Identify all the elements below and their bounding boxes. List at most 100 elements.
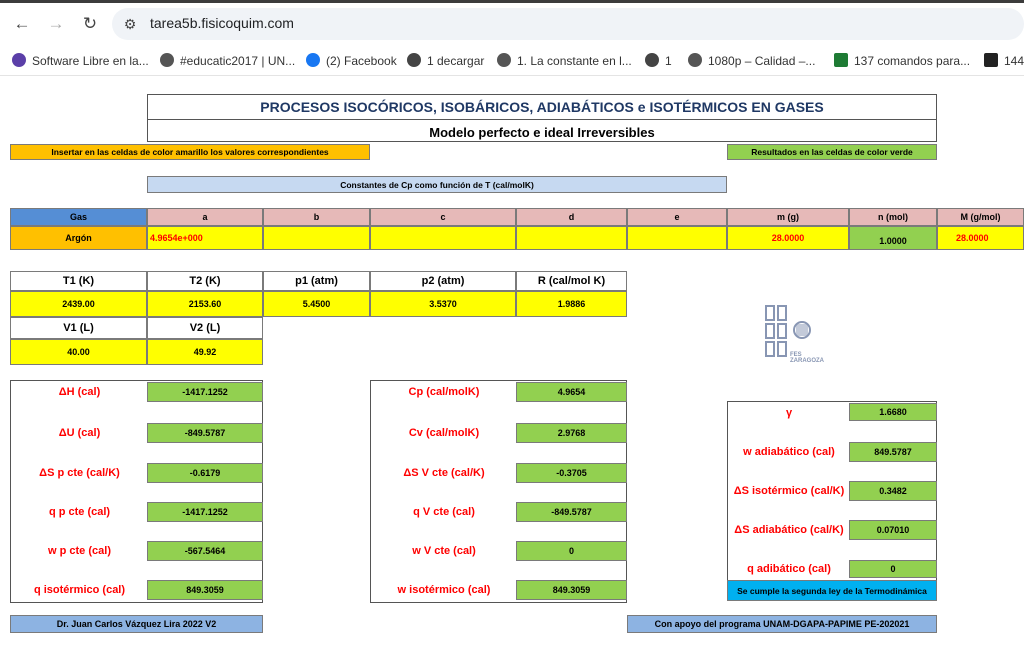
ds-v-label: ΔS V cte (cal/K) (403, 467, 485, 479)
ds-v-value: -0.3705 (516, 463, 627, 483)
bookmark-4[interactable]: 1 decargar (407, 52, 484, 70)
w-adiab-label: w adiabático (cal) (743, 446, 835, 458)
p2-cell[interactable]: 3.5370 (370, 291, 516, 317)
gamma-value: 1.6680 (849, 403, 937, 421)
v2-header: V2 (L) (147, 317, 263, 339)
gas-header: Gas (10, 208, 147, 226)
bookmark-5[interactable]: 1. La constante en l... (497, 52, 632, 70)
cv-value: 2.9768 (516, 423, 627, 443)
a-cell[interactable]: 4.9654e+000 (147, 226, 263, 250)
e-cell[interactable] (627, 226, 727, 250)
page-subtitle: Modelo perfecto e ideal Irreversibles (429, 124, 655, 140)
w-v-label: w V cte (cal) (412, 545, 476, 557)
q-v-value: -849.5787 (516, 502, 627, 522)
molar-mass-cell[interactable]: 28.0000 (937, 226, 1024, 250)
site-icon (984, 53, 998, 67)
bookmark-9[interactable]: 1440 (984, 52, 1024, 70)
mass-header: m (g) (727, 208, 849, 226)
second-law-note: Se cumple la segunda ley de la Termodiná… (727, 580, 937, 601)
globe-icon (688, 53, 702, 67)
page-title: PROCESOS ISOCÓRICOS, ISOBÁRICOS, ADIABÁT… (260, 99, 824, 115)
p2-header: p2 (atm) (370, 271, 516, 291)
w-p-value: -567.5464 (147, 541, 263, 561)
site-icon (645, 53, 659, 67)
bookmark-7[interactable]: 1080p – Calidad –... (688, 52, 815, 70)
insert-note: Insertar en las celdas de color amarillo… (10, 144, 370, 160)
ds-adiab-value: 0.07010 (849, 520, 937, 540)
dh-label: ΔH (cal) (58, 386, 101, 398)
d-header: d (516, 208, 627, 226)
cp-header: Constantes de Cp como función de T (cal/… (147, 176, 727, 193)
back-arrow-icon[interactable]: ← (10, 12, 34, 36)
ds-p-value: -0.6179 (147, 463, 263, 483)
mass-cell[interactable]: 28.0000 (727, 226, 849, 250)
q-p-label: q p cte (cal) (48, 506, 111, 518)
e-header: e (627, 208, 727, 226)
left-results-panel (10, 380, 263, 603)
q-iso-value: 849.3059 (147, 580, 263, 600)
w-adiab-value: 849.5787 (849, 442, 937, 462)
w-iso-label: w isotérmico (cal) (397, 584, 491, 596)
window-top-bar (0, 0, 1024, 3)
terminal-icon (834, 53, 848, 67)
ds-p-label: ΔS p cte (cal/K) (39, 467, 120, 479)
divider (147, 119, 937, 120)
globe-icon (160, 53, 174, 67)
p1-cell[interactable]: 5.4500 (263, 291, 370, 317)
t1-header: T1 (K) (10, 271, 147, 291)
v1-header: V1 (L) (10, 317, 147, 339)
results-note: Resultados en las celdas de color verde (727, 144, 937, 160)
ds-iso-label: ΔS isotérmico (cal/K) (733, 485, 845, 497)
middle-results-panel (370, 380, 627, 603)
ds-iso-value: 0.3482 (849, 481, 937, 501)
c-header: c (370, 208, 516, 226)
support-footer: Con apoyo del programa UNAM-DGAPA-PAPIME… (627, 615, 937, 633)
q-adiab-label: q adibático (cal) (747, 563, 831, 575)
du-label: ΔU (cal) (58, 427, 101, 439)
v2-cell[interactable]: 49.92 (147, 339, 263, 365)
bookmark-1[interactable]: Software Libre en la... (12, 52, 149, 70)
moles-header: n (mol) (849, 208, 937, 226)
c-cell[interactable] (370, 226, 516, 250)
site-icon (407, 53, 421, 67)
cv-label: Cv (cal/molK) (408, 427, 480, 439)
b-header: b (263, 208, 370, 226)
gas-name-cell[interactable]: Argón (10, 226, 147, 250)
bookmark-3[interactable]: (2) Facebook (306, 52, 397, 70)
site-info-icon[interactable]: ⚙ (120, 14, 140, 34)
v1-cell[interactable]: 40.00 (10, 339, 147, 365)
b-cell[interactable] (263, 226, 370, 250)
logo-text: FES ZARAGOZA (790, 352, 824, 364)
w-iso-value: 849.3059 (516, 580, 627, 600)
r-cell[interactable]: 1.9886 (516, 291, 627, 317)
reload-icon[interactable]: ↻ (78, 12, 102, 36)
ds-adiab-label: ΔS adiabático (cal/K) (734, 524, 844, 536)
a-header: a (147, 208, 263, 226)
r-header: R (cal/mol K) (516, 271, 627, 291)
moles-cell: 1.0000 (849, 226, 937, 250)
p1-header: p1 (atm) (263, 271, 370, 291)
q-v-label: q V cte (cal) (413, 506, 475, 518)
t1-cell[interactable]: 2439.00 (10, 291, 147, 317)
wordpress-icon (12, 53, 26, 67)
q-adiab-value: 0 (849, 560, 937, 578)
q-p-value: -1417.1252 (147, 502, 263, 522)
w-p-label: w p cte (cal) (48, 545, 111, 557)
dh-value: -1417.1252 (147, 382, 263, 402)
t2-header: T2 (K) (147, 271, 263, 291)
bookmark-8[interactable]: 137 comandos para... (834, 52, 970, 70)
q-iso-label: q isotérmico (cal) (33, 584, 126, 596)
cp-label: Cp (cal/molK) (408, 386, 480, 398)
bookmark-2[interactable]: #educatic2017 | UN... (160, 52, 295, 70)
d-cell[interactable] (516, 226, 627, 250)
bookmark-6[interactable]: 1 (645, 52, 672, 70)
globe-icon (497, 53, 511, 67)
w-v-value: 0 (516, 541, 627, 561)
facebook-icon (306, 53, 320, 67)
url-text[interactable]: tarea5b.fisicoquim.com (150, 15, 294, 31)
forward-arrow-icon[interactable]: → (44, 12, 68, 36)
t2-cell[interactable]: 2153.60 (147, 291, 263, 317)
author-footer: Dr. Juan Carlos Vázquez Lira 2022 V2 (10, 615, 263, 633)
gamma-label: γ (785, 407, 793, 419)
du-value: -849.5787 (147, 423, 263, 443)
